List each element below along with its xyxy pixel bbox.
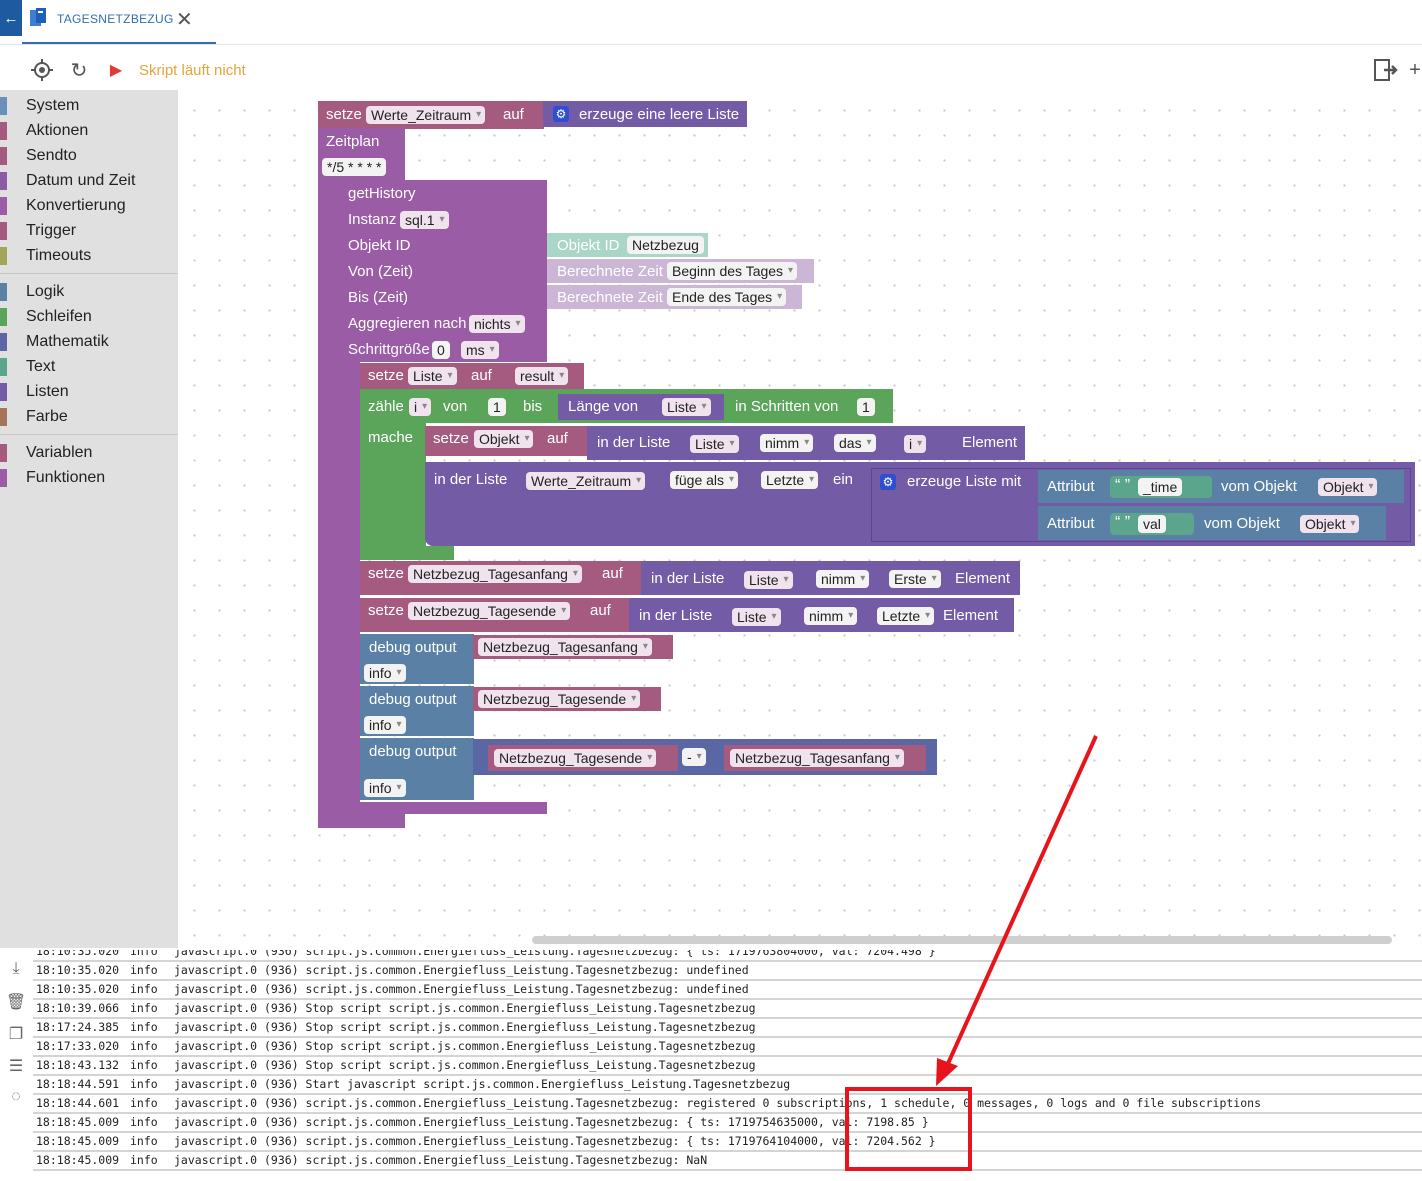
- annotation-box: [845, 1087, 972, 1171]
- annotation-arrowhead: [936, 1058, 958, 1086]
- annotation-arrow: [944, 735, 1098, 1069]
- annotation-overlay: [845, 735, 1098, 1171]
